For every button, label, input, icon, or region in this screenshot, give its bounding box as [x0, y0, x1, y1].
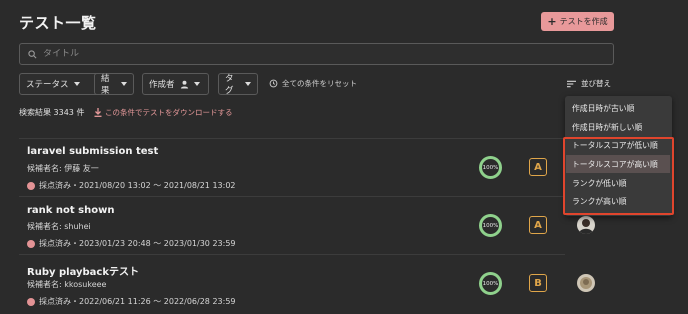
row-candidate: 候補者名: kkosukeee	[27, 280, 107, 289]
search-icon	[28, 49, 37, 58]
search-input[interactable]	[43, 49, 543, 59]
chevron-down-icon	[73, 82, 80, 86]
status-filter[interactable]: ステータス	[19, 73, 105, 95]
row-candidate: 候補者名: 伊藤 友一	[27, 164, 99, 173]
sort-icon	[567, 80, 576, 87]
score-ring: 100%	[479, 272, 502, 295]
author-filter[interactable]: 作成者	[142, 73, 209, 95]
score-ring: 100%	[479, 214, 502, 237]
score-value: 100%	[482, 280, 499, 287]
row-status-text: 採点済み・2022/06/21 11:26 〜 2022/06/28 23:59	[39, 297, 236, 306]
plus-icon: +	[547, 15, 557, 28]
score-value: 100%	[482, 164, 499, 171]
rank-value: B	[534, 277, 542, 289]
row-divider	[19, 138, 565, 139]
row-status-text: 採点済み・2021/08/20 13:02 〜 2021/08/21 13:02	[39, 181, 236, 190]
download-icon	[94, 108, 102, 117]
row-status: 採点済み・2022/06/21 11:26 〜 2022/06/28 23:59	[27, 296, 236, 307]
chevron-down-icon	[193, 82, 200, 86]
reset-filters-label: 全ての条件をリセット	[282, 79, 357, 88]
result-filter-label: 結果	[101, 74, 110, 96]
download-link[interactable]: この条件でテストをダウンロードする	[94, 107, 233, 118]
row-title[interactable]: Ruby playbackテスト	[27, 263, 139, 278]
row-candidate: 候補者名: shuhei	[27, 222, 91, 231]
row-divider	[19, 254, 565, 255]
rank-value: A	[534, 219, 542, 231]
author-filter-label: 作成者	[149, 80, 175, 90]
sort-button[interactable]: 並び替え	[567, 78, 611, 89]
result-filter[interactable]: 結果	[94, 73, 134, 96]
result-count: 検索結果 3343 件	[19, 108, 85, 117]
page-title: テスト一覧	[19, 14, 97, 32]
reset-filters-button[interactable]: 全ての条件をリセット	[269, 78, 357, 89]
history-icon	[269, 79, 278, 88]
rank-badge: A	[529, 158, 547, 176]
tag-filter[interactable]: タグ	[218, 73, 258, 96]
search-field[interactable]	[19, 43, 614, 65]
status-filter-label: ステータス	[26, 80, 69, 90]
create-test-button[interactable]: + テストを作成	[541, 12, 614, 31]
row-status-text: 採点済み・2023/01/23 20:48 〜 2023/01/30 23:59	[39, 239, 236, 248]
highlight-box	[563, 137, 674, 215]
rank-value: A	[534, 161, 542, 173]
score-ring: 100%	[479, 156, 502, 179]
tag-filter-label: タグ	[225, 74, 234, 96]
sort-label: 並び替え	[581, 79, 611, 88]
score-value: 100%	[482, 222, 499, 229]
avatar	[577, 274, 595, 292]
avatar	[577, 216, 595, 234]
sort-option-created-oldest[interactable]: 作成日時が古い順	[572, 103, 634, 114]
sort-option-created-newest[interactable]: 作成日時が新しい順	[572, 122, 642, 133]
row-title[interactable]: laravel submission test	[27, 146, 158, 157]
download-label: この条件でテストをダウンロードする	[105, 108, 233, 117]
row-status: 採点済み・2021/08/20 13:02 〜 2021/08/21 13:02	[27, 180, 236, 191]
status-dot-icon	[27, 181, 35, 190]
rank-badge: B	[529, 274, 547, 292]
row-title[interactable]: rank not shown	[27, 205, 114, 216]
chevron-down-icon	[245, 82, 251, 86]
person-icon	[180, 80, 188, 89]
status-dot-icon	[27, 239, 35, 248]
row-divider	[19, 196, 565, 197]
create-test-label: テストを作成	[559, 17, 608, 26]
rank-badge: A	[529, 216, 547, 234]
chevron-down-icon	[121, 82, 127, 86]
row-status: 採点済み・2023/01/23 20:48 〜 2023/01/30 23:59	[27, 238, 236, 249]
status-dot-icon	[27, 297, 35, 306]
